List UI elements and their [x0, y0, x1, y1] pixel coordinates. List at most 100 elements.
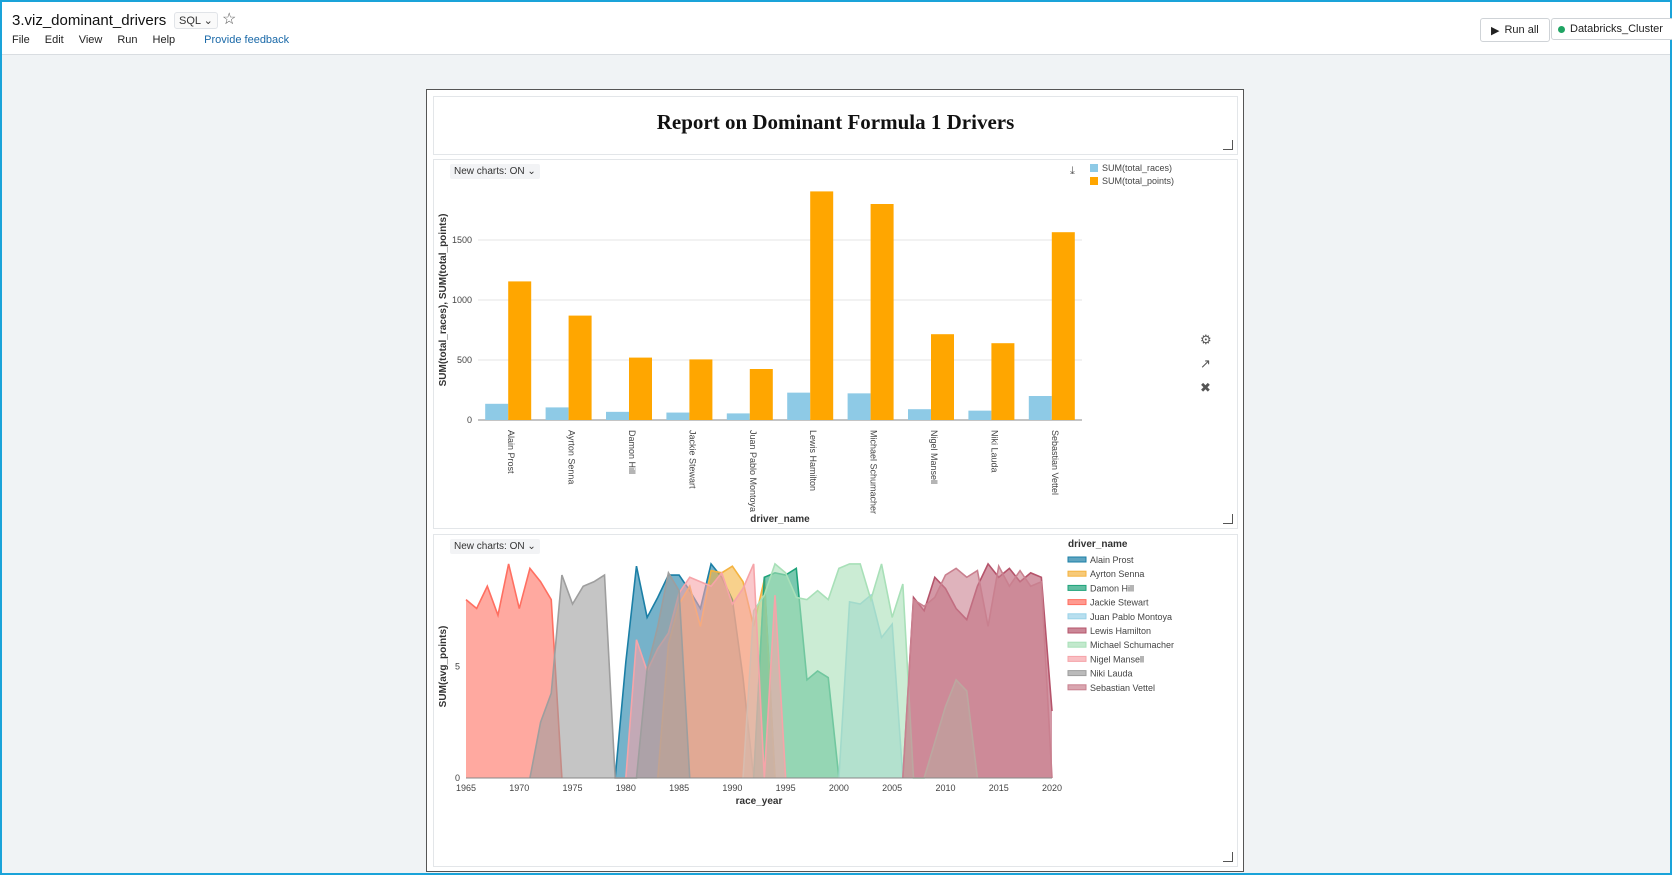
- legend-label: Sebastian Vettel: [1090, 683, 1155, 693]
- language-selector[interactable]: SQL ⌄: [174, 12, 218, 29]
- legend-swatch: [1067, 556, 1087, 563]
- legend-label: Nigel Mansell: [1090, 654, 1144, 664]
- area-chart-panel: New charts: ON ⌄ 0 5 1965 1970 1975 1980 1985 1…: [433, 534, 1238, 867]
- x-tick-label: 1995: [776, 783, 796, 793]
- bar: [508, 281, 532, 420]
- legend-swatch: [1067, 684, 1087, 691]
- x-tick-label: 1970: [509, 783, 529, 793]
- area-series: [902, 566, 1052, 778]
- legend-label: Damon Hill: [1090, 583, 1134, 593]
- bar: [870, 204, 894, 420]
- x-tick-label: Lewis Hamilton: [808, 430, 818, 491]
- run-all-label: Run all: [1504, 24, 1539, 36]
- menu-run[interactable]: Run: [117, 34, 137, 46]
- provide-feedback-link[interactable]: Provide feedback: [204, 34, 289, 46]
- bar: [749, 369, 773, 420]
- resize-handle[interactable]: [1223, 140, 1233, 150]
- x-tick-label: Jackie Stewart: [687, 430, 697, 489]
- bar: [1028, 396, 1052, 420]
- resize-handle[interactable]: [1223, 852, 1233, 862]
- x-tick-label: Juan Pablo Montoya: [748, 430, 758, 512]
- chart-actions: ⚙ ↗ ✖: [1200, 332, 1212, 396]
- bar: [485, 403, 509, 420]
- play-icon: ▶: [1491, 24, 1500, 37]
- y-tick-label: 500: [457, 355, 472, 365]
- legend-label: Niki Lauda: [1090, 669, 1133, 679]
- bar: [568, 315, 592, 420]
- cluster-selector[interactable]: Databricks_Cluster: [1551, 18, 1672, 40]
- bar: [931, 334, 954, 420]
- y-tick-label: 0: [467, 415, 472, 425]
- legend-label: Jackie Stewart: [1090, 598, 1149, 608]
- x-tick-label: Damon Hill: [627, 430, 637, 474]
- bar: [787, 392, 811, 420]
- y-axis-label: SUM(total_races), SUM(total_points): [438, 214, 449, 387]
- area-chart: 0 5 1965 1970 1975 1980 1985 1990 1995 2000 2005 20…: [438, 539, 1174, 807]
- cluster-name: Databricks_Cluster: [1570, 23, 1663, 35]
- run-all-button[interactable]: ▶ Run all: [1480, 18, 1550, 42]
- legend-swatch: [1067, 570, 1087, 577]
- y-tick-label: 1000: [452, 295, 472, 305]
- bar: [1051, 232, 1075, 420]
- legend-swatch: [1067, 641, 1087, 648]
- x-axis-label: race_year: [736, 796, 783, 807]
- language-label: SQL: [179, 15, 201, 27]
- x-tick-label: 1975: [563, 783, 583, 793]
- menu-view[interactable]: View: [79, 34, 103, 46]
- legend-swatch: [1067, 655, 1087, 662]
- bar: [847, 393, 871, 420]
- y-tick-label: 1500: [452, 235, 472, 245]
- x-tick-label: 2020: [1042, 783, 1062, 793]
- x-tick-label: Michael Schumacher: [869, 430, 879, 514]
- legend-label: Ayrton Senna: [1090, 569, 1144, 579]
- x-tick-label: Sebastian Vettel: [1050, 430, 1060, 495]
- legend-swatch: [1090, 177, 1098, 185]
- legend-label: Juan Pablo Montoya: [1090, 612, 1172, 622]
- legend-swatch: [1090, 164, 1098, 172]
- legend-swatch: [1067, 613, 1087, 620]
- menu-bar: File Edit View Run Help Provide feedback: [12, 34, 289, 46]
- x-tick-label: Nigel Mansell: [929, 430, 939, 484]
- x-tick-label: 2010: [935, 783, 955, 793]
- bar-chart: 0 500 1000 1500SUM(total_races), SUM(total_…: [438, 163, 1174, 525]
- bar: [689, 359, 713, 420]
- close-icon[interactable]: ✖: [1200, 380, 1212, 396]
- y-tick-label: 0: [455, 773, 460, 783]
- legend-title: driver_name: [1068, 539, 1128, 550]
- external-link-icon[interactable]: ↗: [1200, 356, 1212, 372]
- bar: [908, 409, 931, 420]
- legend-label: Lewis Hamilton: [1090, 626, 1151, 636]
- y-axis-label: SUM(avg_points): [438, 626, 449, 708]
- x-tick-label: 1990: [722, 783, 742, 793]
- bar: [545, 407, 569, 420]
- legend-label: Michael Schumacher: [1090, 640, 1174, 650]
- report-title: Report on Dominant Formula 1 Drivers: [656, 110, 1015, 134]
- x-axis-label: driver_name: [750, 514, 810, 525]
- legend-label: SUM(total_points): [1102, 176, 1174, 186]
- menu-file[interactable]: File: [12, 34, 30, 46]
- x-tick-label: 2015: [989, 783, 1009, 793]
- legend-label: SUM(total_races): [1102, 163, 1172, 173]
- x-tick-label: 2000: [829, 783, 849, 793]
- menu-help[interactable]: Help: [153, 34, 176, 46]
- star-icon[interactable]: ☆: [222, 9, 236, 29]
- bar: [629, 357, 652, 420]
- gear-icon[interactable]: ⚙: [1200, 332, 1212, 348]
- title-panel: Report on Dominant Formula 1 Drivers: [433, 96, 1238, 155]
- bar-chart-panel: New charts: ON ⌄ 0 500 1000 1500 SUM(total_r…: [433, 159, 1238, 529]
- dashboard: Report on Dominant Formula 1 Drivers New…: [426, 89, 1244, 872]
- chevron-down-icon: ⌄: [203, 15, 213, 27]
- menu-edit[interactable]: Edit: [45, 34, 64, 46]
- bar: [606, 411, 629, 420]
- legend-label: Alain Prost: [1090, 555, 1134, 565]
- y-tick-label: 5: [455, 662, 460, 672]
- resize-handle[interactable]: [1223, 514, 1233, 524]
- notebook-title[interactable]: 3.viz_dominant_drivers: [12, 12, 166, 29]
- legend-swatch: [1067, 670, 1087, 677]
- x-tick-label: Ayrton Senna: [567, 430, 577, 484]
- legend-swatch: [1067, 627, 1087, 634]
- cluster-status-dot: [1558, 25, 1565, 33]
- x-tick-label: Niki Lauda: [989, 430, 999, 473]
- bar: [726, 413, 750, 420]
- download-icon: ⤓: [1070, 165, 1075, 177]
